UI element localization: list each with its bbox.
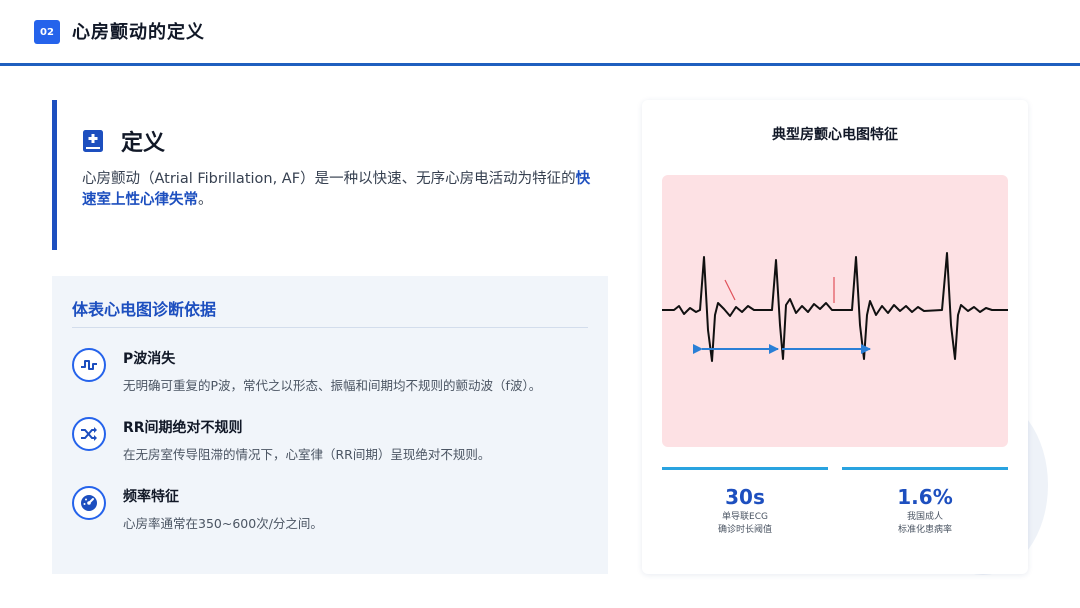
ecg-card-title: 典型房颤心电图特征 [772, 127, 898, 143]
stat-label-line: 确诊时长阈值 [717, 525, 772, 535]
stat-prevalence: 1.6% 我国成人 标准化患病率 [842, 467, 1008, 545]
criteria-item-desc: 心房率通常在350~600次/分之间。 [123, 516, 323, 531]
criteria-item-desc: 在无房室传导阻滞的情况下，心室律（RR间期）呈现绝对不规则。 [123, 447, 491, 462]
slide-title: 心房颤动的定义 [72, 22, 205, 43]
stat-label-line: 我国成人 [906, 512, 943, 522]
definition-text-main: 心房颤动（Atrial Fibrillation, AF）是一种以快速、无序心房… [82, 171, 576, 187]
header-divider [0, 63, 1080, 66]
stat-ecg-duration: 30s 单导联ECG 确诊时长阈值 [662, 467, 828, 545]
definition-text-end: 。 [198, 192, 213, 208]
ecg-trace-graphic [662, 252, 1008, 362]
slide-header: 02 心房颤动的定义 [0, 0, 1080, 66]
section-number-badge: 02 [34, 20, 60, 44]
medical-book-icon [83, 130, 103, 152]
f-wave-mark [724, 279, 736, 301]
criteria-item-title: RR间期绝对不规则 [123, 420, 243, 436]
criteria-panel-title: 体表心电图诊断依据 [72, 300, 217, 319]
shuffle-icon [72, 417, 106, 451]
criteria-panel-divider [72, 327, 588, 328]
diagnostic-criteria-panel: 体表心电图诊断依据 P波消失 无明确可重复的P波，常代之以形态、振幅和间期均不规… [52, 276, 608, 574]
ecg-waveform [662, 252, 1008, 362]
pulse-wave-icon [72, 348, 106, 382]
stat-label-line: 标准化患病率 [897, 525, 952, 535]
stat-value: 1.6% [897, 485, 953, 509]
criteria-item-title: 频率特征 [123, 489, 179, 505]
definition-accent-bar [52, 100, 57, 250]
ecg-illustration [662, 175, 1008, 447]
stat-label: 我国成人 标准化患病率 [842, 511, 1008, 537]
definition-text: 心房颤动（Atrial Fibrillation, AF）是一种以快速、无序心房… [82, 169, 602, 211]
criteria-item-title: P波消失 [123, 351, 176, 367]
criteria-item-desc: 无明确可重复的P波，常代之以形态、振幅和间期均不规则的颤动波（f波）。 [123, 378, 542, 393]
ecg-card: 典型房颤心电图特征 30s 单导联ECG 确诊时长阈值 1.6% 我国成人 标准… [642, 100, 1028, 574]
stat-label: 单导联ECG 确诊时长阈值 [662, 511, 828, 537]
stat-label-line: 单导联ECG [722, 512, 768, 522]
stat-value: 30s [725, 485, 765, 509]
definition-heading: 定义 [121, 131, 166, 156]
gauge-icon [72, 486, 106, 520]
